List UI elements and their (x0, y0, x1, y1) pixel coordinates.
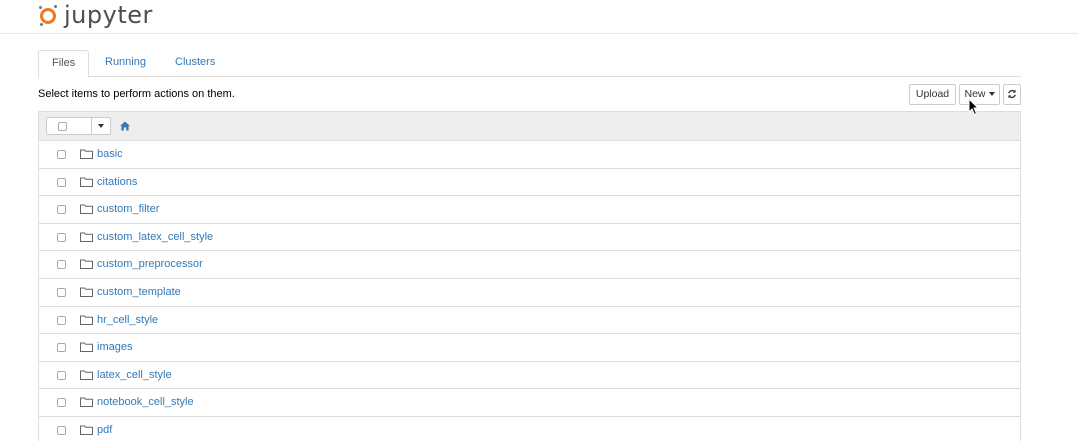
file-list-row[interactable]: images (39, 334, 1020, 362)
refresh-button[interactable] (1003, 84, 1021, 105)
row-checkbox[interactable] (57, 150, 66, 159)
row-checkbox[interactable] (57, 343, 66, 353)
folder-icon (80, 397, 93, 408)
row-checkbox[interactable] (57, 287, 66, 297)
file-name-link[interactable]: custom_filter (97, 203, 159, 215)
file-name-link[interactable]: basic (97, 148, 123, 160)
file-list-row[interactable]: pdf (39, 417, 1020, 441)
file-list-row[interactable]: custom_template (39, 279, 1020, 307)
file-list-row[interactable]: latex_cell_style (39, 362, 1020, 390)
file-list-header (39, 112, 1020, 141)
file-list-row[interactable]: basic (39, 141, 1020, 169)
folder-icon (80, 425, 93, 435)
file-name-link[interactable]: citations (97, 176, 137, 188)
tab-clusters[interactable]: Clusters (162, 50, 228, 75)
row-checkbox[interactable] (57, 205, 66, 215)
jupyter-logo-icon (38, 5, 58, 26)
header: jupyter (0, 0, 1078, 34)
folder-icon (80, 342, 93, 353)
row-checkbox[interactable] (57, 315, 66, 325)
row-checkbox[interactable] (57, 260, 66, 270)
tab-files[interactable]: Files (38, 50, 90, 78)
file-list-row[interactable]: notebook_cell_style (39, 389, 1020, 417)
mouse-cursor-icon (968, 98, 980, 116)
file-list-row[interactable]: citations (39, 169, 1020, 197)
row-checkbox[interactable] (57, 232, 66, 242)
tab-running[interactable]: Running (92, 50, 159, 75)
file-name-link[interactable]: images (97, 341, 132, 353)
select-all-dropdown[interactable] (46, 117, 111, 135)
logo-text: jupyter (64, 1, 153, 29)
folder-icon (80, 370, 93, 380)
file-list-row[interactable]: hr_cell_style (39, 307, 1020, 335)
jupyter-logo[interactable]: jupyter (38, 0, 153, 30)
row-checkbox[interactable] (57, 425, 66, 435)
file-name-link[interactable]: custom_preprocessor (97, 258, 203, 270)
row-checkbox[interactable] (57, 398, 66, 408)
folder-icon (80, 177, 93, 187)
file-list: basic citations custom_filter custom_latex_… (38, 111, 1021, 441)
row-checkbox[interactable] (57, 177, 66, 187)
file-name-link[interactable]: notebook_cell_style (97, 396, 194, 408)
folder-icon (80, 259, 93, 270)
file-name-link[interactable]: hr_cell_style (97, 314, 158, 326)
upload-button[interactable]: Upload (909, 84, 956, 105)
tab-bar: Files Running Clusters (38, 50, 1021, 78)
home-icon[interactable] (119, 120, 131, 132)
file-name-link[interactable]: latex_cell_style (97, 369, 172, 381)
instructions-text: Select items to perform actions on them. (38, 88, 235, 100)
folder-icon (80, 204, 93, 215)
file-list-row[interactable]: custom_preprocessor (39, 251, 1020, 279)
file-list-row[interactable]: custom_filter (39, 196, 1020, 224)
caret-down-icon (988, 92, 995, 97)
file-list-row[interactable]: custom_latex_cell_style (39, 224, 1020, 252)
folder-icon (80, 315, 93, 325)
refresh-icon (1008, 89, 1016, 99)
file-name-link[interactable]: custom_template (97, 286, 181, 298)
row-checkbox[interactable] (57, 370, 66, 380)
caret-down-icon[interactable] (98, 124, 104, 128)
folder-icon (80, 287, 93, 297)
folder-icon (80, 149, 93, 159)
file-name-link[interactable]: pdf (97, 424, 112, 436)
folder-icon (80, 232, 93, 242)
file-name-link[interactable]: custom_latex_cell_style (97, 231, 213, 243)
select-all-checkbox[interactable] (58, 122, 67, 131)
